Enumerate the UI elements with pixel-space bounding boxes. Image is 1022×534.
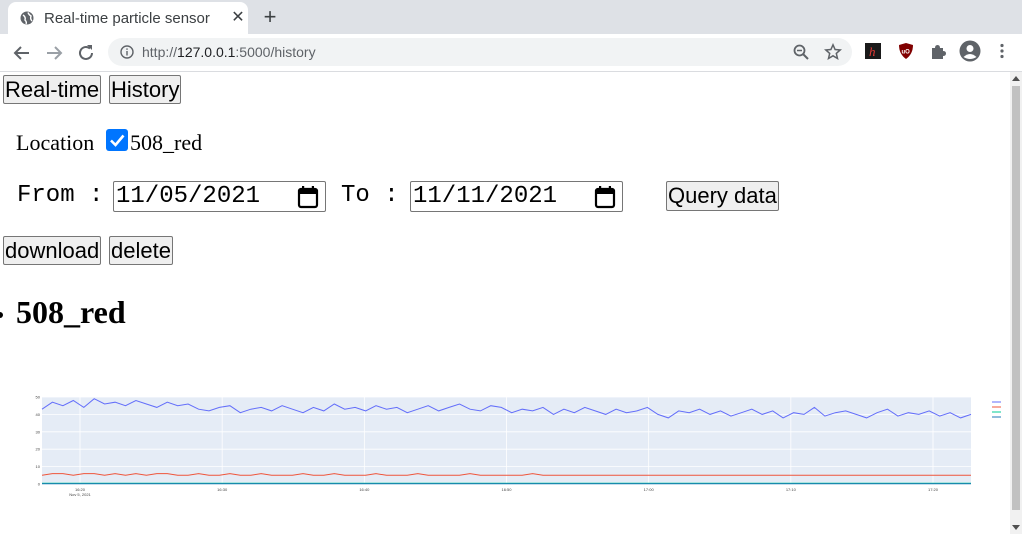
delete-button[interactable]: delete	[109, 236, 173, 265]
calendar-icon[interactable]	[297, 185, 319, 209]
history-button[interactable]: History	[109, 75, 182, 104]
x-tick-label: 17:20	[928, 487, 939, 492]
location-option-label: 508_red	[130, 130, 203, 155]
query-data-button[interactable]: Query data	[666, 181, 779, 211]
y-tick-label: 30	[36, 429, 41, 434]
back-arrow-icon[interactable]	[10, 41, 34, 65]
star-bookmark-icon[interactable]	[824, 43, 842, 61]
location-checkbox[interactable]	[106, 129, 128, 151]
realtime-button[interactable]: Real-time	[3, 75, 102, 104]
x-tick-label: 16:30	[217, 487, 228, 492]
close-tab-icon[interactable]: ✕	[228, 8, 248, 28]
x-tick-sublabel: Nov 5, 2021	[69, 492, 91, 497]
from-label: From :	[17, 182, 104, 209]
x-tick-label: 17:10	[786, 487, 797, 492]
to-label: To :	[341, 182, 399, 209]
globe-icon	[20, 11, 34, 25]
ublock-shield-icon[interactable]: uO	[897, 42, 915, 60]
history-chart[interactable]: 0 10 20 30 40 50 16:20 Nov 5, 2021 16:30 16:40 16:…	[0, 382, 1010, 534]
tab-title: Real-time particle sensor	[44, 10, 210, 27]
list-bullet	[0, 312, 3, 318]
profile-avatar-icon[interactable]	[959, 40, 981, 62]
puzzle-extensions-icon[interactable]	[929, 42, 947, 60]
browser-toolbar: http://127.0.0.1:5000/history h uO	[0, 34, 1022, 72]
scroll-thumb[interactable]	[1012, 86, 1020, 510]
from-date-input[interactable]: 11/05/2021	[113, 181, 326, 212]
page-content: Real-time History Location 508_red From …	[0, 72, 1010, 534]
x-tick-label: 17:00	[644, 487, 655, 492]
kebab-menu-icon[interactable]	[993, 42, 1011, 60]
reload-icon[interactable]	[74, 41, 98, 65]
to-date-input[interactable]: 11/11/2021	[410, 181, 623, 212]
to-date-value: 11/11/2021	[413, 183, 558, 210]
checkmark-icon	[110, 134, 125, 147]
y-tick-label: 50	[36, 395, 41, 400]
tab-strip: Real-time particle sensor ✕ +	[0, 0, 1022, 34]
from-date-value: 11/05/2021	[116, 183, 261, 210]
scroll-up-arrow-icon[interactable]	[1012, 76, 1020, 81]
address-bar[interactable]: http://127.0.0.1:5000/history	[108, 38, 852, 66]
forward-arrow-icon[interactable]	[42, 41, 66, 65]
extension-h-icon[interactable]: h	[864, 42, 882, 60]
calendar-icon[interactable]	[594, 185, 616, 209]
section-heading: 508_red	[16, 294, 126, 330]
x-tick-label: 16:40	[359, 487, 370, 492]
x-tick-label: 16:50	[501, 487, 512, 492]
url-text: http://127.0.0.1:5000/history	[142, 44, 316, 60]
vertical-scrollbar[interactable]	[1010, 72, 1022, 534]
new-tab-button[interactable]: +	[258, 5, 282, 29]
y-tick-label: 0	[38, 482, 41, 487]
y-tick-label: 10	[36, 464, 41, 469]
scroll-down-arrow-icon[interactable]	[1012, 525, 1020, 530]
browser-tab[interactable]: Real-time particle sensor ✕	[8, 2, 248, 34]
svg-text:h: h	[869, 44, 876, 59]
location-label: Location	[16, 130, 95, 155]
download-button[interactable]: download	[3, 236, 102, 265]
info-icon[interactable]	[120, 45, 134, 59]
svg-text:uO: uO	[902, 50, 911, 56]
y-tick-label: 20	[36, 447, 41, 452]
y-tick-label: 40	[36, 412, 41, 417]
zoom-icon[interactable]	[792, 43, 810, 61]
